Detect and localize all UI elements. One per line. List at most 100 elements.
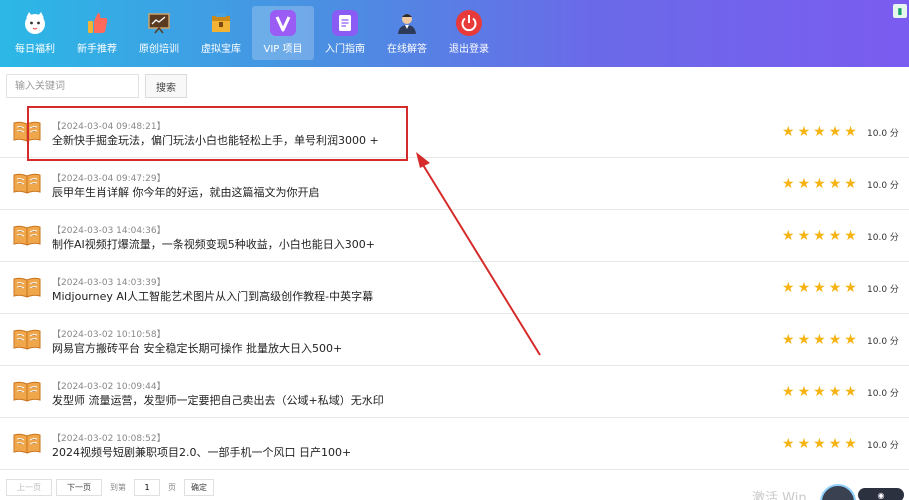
vip-v-icon: [270, 10, 296, 36]
item-score: 10.0 分: [867, 441, 899, 451]
item-score: 10.0 分: [867, 285, 899, 295]
star-icon: ★: [828, 175, 842, 191]
prev-page-button[interactable]: 上一页: [6, 479, 52, 496]
item-date: 【2024-03-03 14:03:39】: [52, 278, 166, 288]
item-title-link[interactable]: 发型师 流量运营，发型师一定要把自己卖出去（公域+私域）无水印: [52, 392, 384, 408]
star-icon: ★: [797, 331, 811, 347]
item-date: 【2024-03-03 14:04:36】: [52, 226, 166, 236]
list-item[interactable]: 【2024-03-03 14:03:39】 Midjourney AI人工智能艺…: [0, 262, 909, 314]
star-icon: ★: [782, 331, 795, 347]
list-item[interactable]: 【2024-03-02 10:10:58】 网易官方搬砖平台 安全稳定长期可操作…: [0, 314, 909, 366]
annotation-highlight-box: [27, 106, 408, 161]
star-icon: ★: [813, 383, 826, 399]
star-icon: ★: [844, 279, 857, 295]
item-score: 10.0 分: [867, 337, 899, 347]
floating-widget-icon[interactable]: [820, 484, 856, 500]
item-score: 10.0 分: [867, 233, 899, 243]
open-book-icon: [13, 225, 41, 246]
star-icon: ★: [813, 227, 826, 243]
star-icon: ★: [797, 435, 811, 451]
star-rating: ★ ★ ★ ★ ★: [782, 228, 857, 242]
nav-label: 在线解答: [387, 44, 427, 55]
star-icon: ★: [813, 279, 826, 295]
presentation-board-icon: [146, 10, 172, 36]
nav-item-online-support[interactable]: 在线解答: [376, 0, 438, 62]
star-icon: ★: [828, 383, 842, 399]
star-icon: ★: [828, 123, 842, 139]
nav-item-vip-projects[interactable]: VIP 项目: [252, 6, 314, 60]
star-icon: ★: [828, 279, 842, 295]
star-icon: ★: [797, 123, 811, 139]
nav-item-logout[interactable]: 退出登录: [438, 0, 500, 62]
item-title-link[interactable]: 网易官方搬砖平台 安全稳定长期可操作 批量放大日入500+: [52, 340, 342, 356]
star-icon: ★: [813, 435, 826, 451]
open-book-icon: [13, 329, 41, 350]
star-rating: ★ ★ ★ ★ ★: [782, 332, 857, 346]
star-icon: ★: [813, 123, 826, 139]
star-icon: ★: [782, 279, 795, 295]
star-rating: ★ ★ ★ ★ ★: [782, 384, 857, 398]
item-date: 【2024-03-02 10:08:52】: [52, 434, 166, 444]
nav-item-daily-welfare[interactable]: 每日福利: [4, 0, 66, 62]
item-title-link[interactable]: Midjourney AI人工智能艺术图片从入门到高级创作教程-中英字幕: [52, 288, 373, 304]
confirm-page-button[interactable]: 确定: [184, 479, 214, 496]
nav-item-getting-started[interactable]: 入门指南: [314, 0, 376, 62]
item-score: 10.0 分: [867, 181, 899, 191]
item-date: 【2024-03-04 09:47:29】: [52, 174, 166, 184]
open-book-icon: [13, 433, 41, 454]
nav-label: 退出登录: [449, 44, 489, 55]
floating-widget-pill-icon[interactable]: ◉: [858, 488, 904, 500]
list-item[interactable]: 【2024-03-02 10:08:52】 2024视频号短剧兼职项目2.0、一…: [0, 418, 909, 470]
star-icon: ★: [782, 227, 795, 243]
search-input[interactable]: [6, 74, 139, 98]
item-title-link[interactable]: 2024视频号短剧兼职项目2.0、一部手机一个风口 日产100+: [52, 444, 351, 460]
pagination: 上一页 下一页 到第 页 确定: [6, 479, 214, 496]
treasure-box-icon: [208, 10, 234, 36]
star-icon: ★: [813, 331, 826, 347]
item-score: 10.0 分: [867, 389, 899, 399]
star-icon: ★: [797, 383, 811, 399]
star-icon: ★: [797, 227, 811, 243]
activation-watermark: 激活 Win: [752, 491, 807, 500]
star-icon: ★: [828, 435, 842, 451]
item-date: 【2024-03-02 10:10:58】: [52, 330, 166, 340]
nav-item-virtual-treasury[interactable]: 虚拟宝库: [190, 0, 252, 62]
cat-icon: [22, 10, 48, 36]
item-title-link[interactable]: 制作AI视频打爆流量，一条视频变现5种收益，小白也能日入300+: [52, 236, 375, 252]
next-page-button[interactable]: 下一页: [56, 479, 102, 496]
search-bar: 搜索: [6, 74, 187, 98]
star-icon: ★: [782, 175, 795, 191]
star-icon: ★: [782, 123, 795, 139]
nav-label: 原创培训: [139, 44, 179, 55]
item-date: 【2024-03-02 10:09:44】: [52, 382, 166, 392]
star-icon: ★: [797, 279, 811, 295]
star-icon: ★: [813, 175, 826, 191]
star-icon: ★: [844, 383, 857, 399]
goto-label: 到第: [110, 483, 126, 492]
nav-item-beginner-recommend[interactable]: 新手推荐: [66, 0, 128, 62]
page-number-input[interactable]: [134, 479, 160, 496]
list-item[interactable]: 【2024-03-04 09:47:29】 辰甲年生肖详解 你今年的好运，就由这…: [0, 158, 909, 210]
corner-badge-icon[interactable]: ▮: [893, 4, 907, 18]
star-icon: ★: [797, 175, 811, 191]
nav-label: 每日福利: [15, 44, 55, 55]
list-item[interactable]: 【2024-03-03 14:04:36】 制作AI视频打爆流量，一条视频变现5…: [0, 210, 909, 262]
list-item[interactable]: 【2024-03-02 10:09:44】 发型师 流量运营，发型师一定要把自己…: [0, 366, 909, 418]
document-icon: [332, 10, 358, 36]
search-button[interactable]: 搜索: [145, 74, 187, 98]
star-icon: ★: [828, 331, 842, 347]
item-title-link[interactable]: 辰甲年生肖详解 你今年的好运，就由这篇福文为你开启: [52, 184, 320, 200]
nav-item-original-training[interactable]: 原创培训: [128, 0, 190, 62]
star-rating: ★ ★ ★ ★ ★: [782, 124, 857, 138]
open-book-icon: [13, 381, 41, 402]
star-icon: ★: [844, 123, 857, 139]
support-agent-icon: [394, 10, 420, 36]
nav-label: VIP 项目: [263, 44, 303, 55]
nav-label: 新手推荐: [77, 44, 117, 55]
star-icon: ★: [828, 227, 842, 243]
top-navigation-bar: 每日福利 新手推荐 原创培训 虚拟宝库 VIP 项目 入门指南 在线解答 退出登…: [0, 0, 909, 67]
star-icon: ★: [844, 227, 857, 243]
star-icon: ★: [844, 331, 857, 347]
star-rating: ★ ★ ★ ★ ★: [782, 176, 857, 190]
star-icon: ★: [844, 435, 857, 451]
